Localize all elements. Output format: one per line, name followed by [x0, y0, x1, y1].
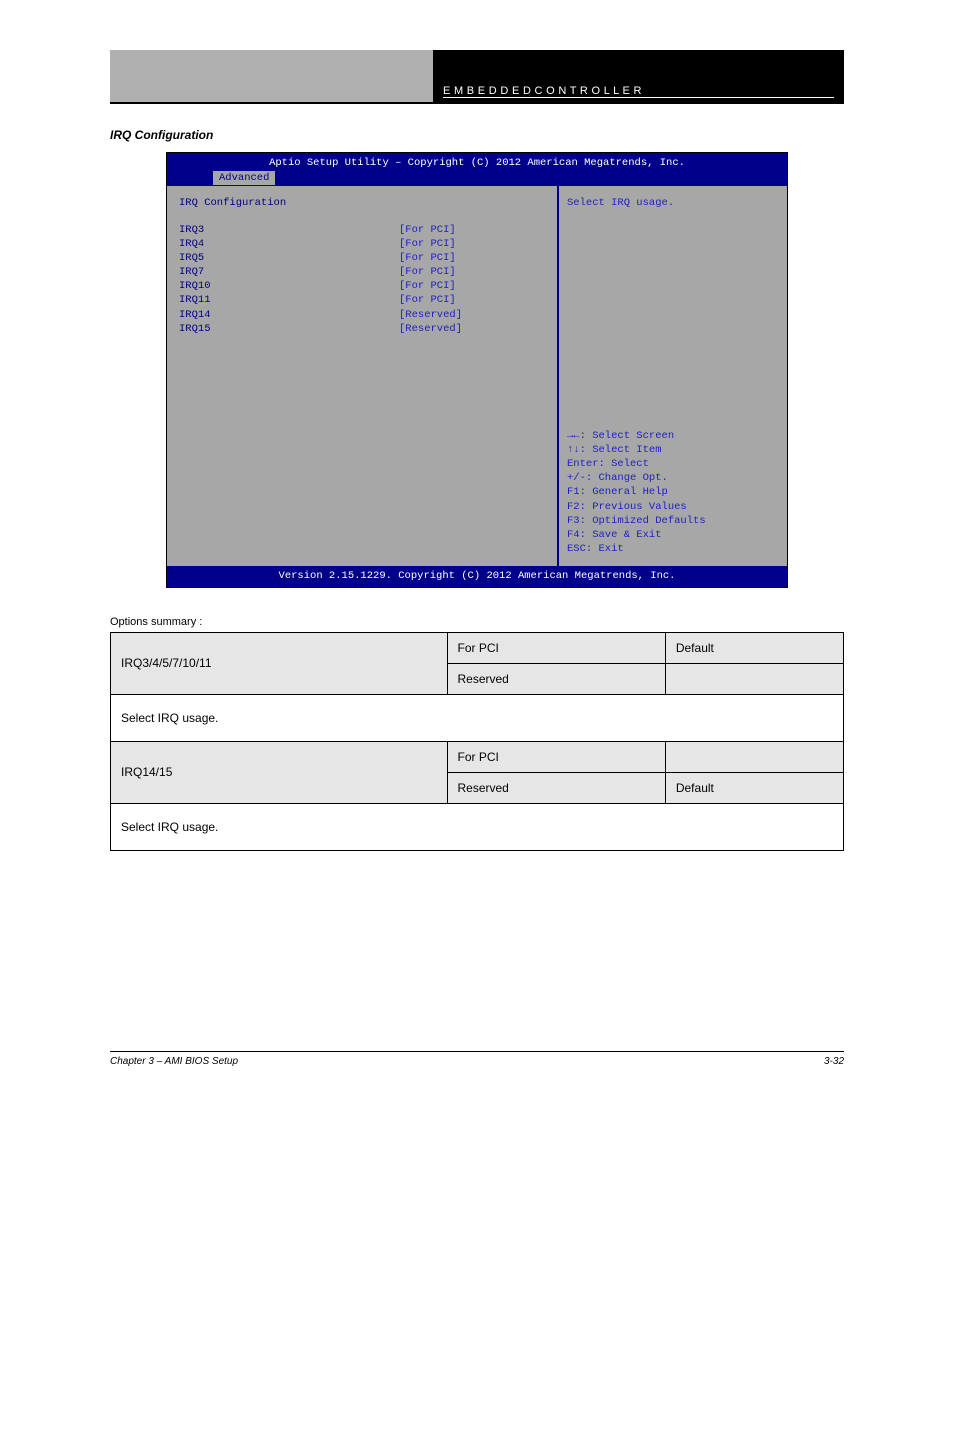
- bios-setting-key: IRQ3: [179, 223, 399, 237]
- table-row: IRQ14/15 For PCI: [111, 741, 844, 772]
- bios-setting-row[interactable]: IRQ3[For PCI]: [179, 223, 557, 237]
- header-right-text: E M B E D D E D C O N T R O L L E R: [443, 85, 834, 98]
- bios-setting-row[interactable]: IRQ14[Reserved]: [179, 308, 557, 322]
- opt-desc: Select IRQ usage.: [111, 694, 844, 741]
- opt-default: [665, 741, 843, 772]
- bios-setting-value: [For PCI]: [399, 251, 456, 265]
- bios-setting-key: IRQ11: [179, 293, 399, 307]
- opt-choice: For PCI: [447, 632, 665, 663]
- bios-setting-key: IRQ4: [179, 237, 399, 251]
- opt-choice: For PCI: [447, 741, 665, 772]
- table-desc-row: Select IRQ usage.: [111, 694, 844, 741]
- bios-key-line: ↑↓: Select Item: [567, 443, 779, 457]
- page-footer: Chapter 3 – AMI BIOS Setup 3-32: [110, 1051, 844, 1067]
- header-right-block: E M B E D D E D C O N T R O L L E R: [433, 50, 844, 104]
- bios-screenshot: Aptio Setup Utility – Copyright (C) 2012…: [166, 152, 788, 588]
- bios-key-line: →←: Select Screen: [567, 429, 779, 443]
- bios-setting-value: [For PCI]: [399, 265, 456, 279]
- footer-left: Chapter 3 – AMI BIOS Setup: [110, 1056, 238, 1067]
- table-desc-row: Select IRQ usage.: [111, 803, 844, 850]
- bios-setting-key: IRQ10: [179, 279, 399, 293]
- bios-body: IRQ Configuration IRQ3[For PCI]IRQ4[For …: [167, 185, 787, 566]
- bios-right-panel: Select IRQ usage. →←: Select Screen↑↓: S…: [557, 186, 787, 566]
- bios-tabbar: Advanced: [167, 171, 787, 185]
- opt-choice: Reserved: [447, 663, 665, 694]
- header-left-block: [110, 50, 433, 104]
- bios-key-line: Enter: Select: [567, 457, 779, 471]
- page-header: E M B E D D E D C O N T R O L L E R: [110, 50, 844, 104]
- bios-setting-row[interactable]: IRQ11[For PCI]: [179, 293, 557, 307]
- bios-setting-key: IRQ7: [179, 265, 399, 279]
- bios-setting-row[interactable]: IRQ15[Reserved]: [179, 322, 557, 336]
- bios-setting-key: IRQ15: [179, 322, 399, 336]
- bios-key-legend: →←: Select Screen↑↓: Select ItemEnter: S…: [567, 429, 779, 557]
- opt-desc: Select IRQ usage.: [111, 803, 844, 850]
- bios-setting-row[interactable]: IRQ4[For PCI]: [179, 237, 557, 251]
- bios-setting-row[interactable]: IRQ7[For PCI]: [179, 265, 557, 279]
- bios-setting-value: [Reserved]: [399, 322, 462, 336]
- bios-title: Aptio Setup Utility – Copyright (C) 2012…: [167, 153, 787, 171]
- bios-setting-key: IRQ14: [179, 308, 399, 322]
- options-table: IRQ3/4/5/7/10/11 For PCI Default Reserve…: [110, 632, 844, 851]
- section-heading: IRQ Configuration: [110, 128, 844, 142]
- bios-key-line: F2: Previous Values: [567, 500, 779, 514]
- bios-setting-value: [Reserved]: [399, 308, 462, 322]
- bios-key-line: F3: Optimized Defaults: [567, 514, 779, 528]
- opt-label: IRQ3/4/5/7/10/11: [111, 632, 448, 694]
- bios-key-line: F4: Save & Exit: [567, 528, 779, 542]
- footer-right: 3-32: [824, 1056, 844, 1067]
- bios-key-line: +/-: Change Opt.: [567, 471, 779, 485]
- bios-footer: Version 2.15.1229. Copyright (C) 2012 Am…: [167, 566, 787, 586]
- opt-default: Default: [665, 632, 843, 663]
- opt-label: IRQ14/15: [111, 741, 448, 803]
- bios-setting-row[interactable]: IRQ5[For PCI]: [179, 251, 557, 265]
- bios-key-line: F1: General Help: [567, 485, 779, 499]
- bios-setting-key: IRQ5: [179, 251, 399, 265]
- opt-default: Default: [665, 772, 843, 803]
- bios-setting-value: [For PCI]: [399, 279, 456, 293]
- bios-setting-value: [For PCI]: [399, 293, 456, 307]
- opt-choice: Reserved: [447, 772, 665, 803]
- bios-help-text: Select IRQ usage.: [567, 196, 779, 210]
- bios-setting-value: [For PCI]: [399, 223, 456, 237]
- bios-setting-value: [For PCI]: [399, 237, 456, 251]
- bios-left-panel: IRQ Configuration IRQ3[For PCI]IRQ4[For …: [167, 186, 557, 566]
- bios-panel-title: IRQ Configuration: [179, 196, 557, 210]
- table-row: IRQ3/4/5/7/10/11 For PCI Default: [111, 632, 844, 663]
- opt-default: [665, 663, 843, 694]
- bios-tab-advanced[interactable]: Advanced: [213, 171, 275, 185]
- bios-setting-row[interactable]: IRQ10[For PCI]: [179, 279, 557, 293]
- bios-key-line: ESC: Exit: [567, 542, 779, 556]
- options-summary-label: Options summary :: [110, 616, 844, 628]
